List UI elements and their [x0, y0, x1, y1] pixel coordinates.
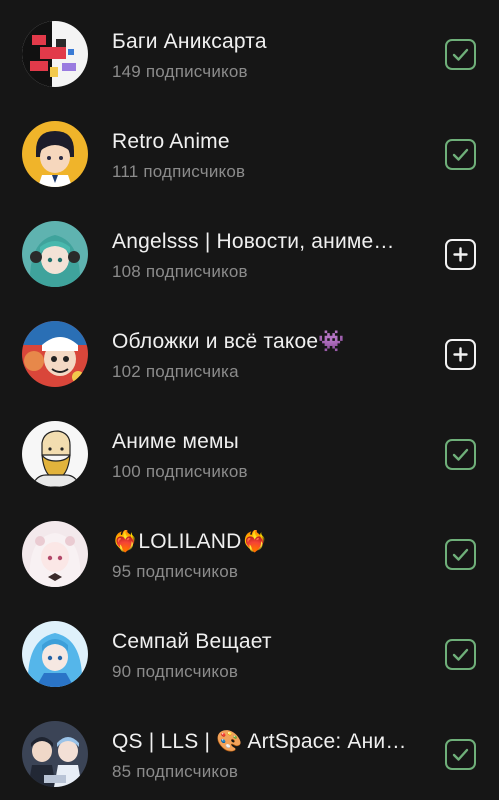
channel-title: Аниме мемы	[112, 430, 239, 453]
channel-avatar	[22, 121, 88, 187]
plus-icon	[453, 247, 468, 262]
channel-avatar	[22, 321, 88, 387]
channel-row[interactable]: Обложки и всё такое👾 102 подписчика	[0, 297, 499, 397]
channel-subscriber-count: 85 подписчиков	[112, 762, 239, 781]
channel-subscriber-count: 149 подписчиков	[112, 62, 248, 81]
plus-icon	[453, 347, 468, 362]
channel-subscriber-count: 90 подписчиков	[112, 662, 239, 681]
channel-row[interactable]: QS | LLS | 🎨 ArtSpace: Ани… 85 подписчик…	[0, 697, 499, 797]
channel-title: Retro Anime	[112, 130, 230, 153]
channel-subscriber-count: 108 подписчиков	[112, 262, 248, 281]
channel-list: Баги Аниксарта 149 подписчиков Retro Ani…	[0, 0, 499, 800]
channel-title: Семпай Вещает	[112, 630, 272, 653]
channel-avatar	[22, 21, 88, 87]
channel-row[interactable]: Retro Anime 111 подписчиков	[0, 97, 499, 197]
subscribe-button[interactable]	[445, 339, 476, 370]
channel-avatar	[22, 721, 88, 787]
channel-title: Баги Аниксарта	[112, 30, 267, 53]
subscribed-button[interactable]	[445, 739, 476, 770]
subscribed-button[interactable]	[445, 39, 476, 70]
checkmark-icon	[452, 648, 469, 661]
channel-title: Обложки и всё такое👾	[112, 330, 345, 353]
channel-title: ❤️‍🔥LOLILAND❤️‍🔥	[112, 530, 268, 553]
channel-row[interactable]: Семпай Вещает 90 подписчиков	[0, 597, 499, 697]
channel-row[interactable]: Angelsss | Новости, аниме… 108 подписчик…	[0, 197, 499, 297]
checkmark-icon	[452, 748, 469, 761]
channel-title: QS | LLS | 🎨 ArtSpace: Ани…	[112, 730, 407, 753]
channel-avatar	[22, 421, 88, 487]
subscribed-button[interactable]	[445, 139, 476, 170]
subscribed-button[interactable]	[445, 539, 476, 570]
checkmark-icon	[452, 148, 469, 161]
checkmark-icon	[452, 48, 469, 61]
channel-subscriber-count: 100 подписчиков	[112, 462, 248, 481]
subscribe-button[interactable]	[445, 239, 476, 270]
checkmark-icon	[452, 548, 469, 561]
channel-title: Angelsss | Новости, аниме…	[112, 230, 395, 253]
checkmark-icon	[452, 448, 469, 461]
channel-avatar	[22, 621, 88, 687]
subscribed-button[interactable]	[445, 639, 476, 670]
channel-avatar	[22, 521, 88, 587]
channel-row[interactable]: Баги Аниксарта 149 подписчиков	[0, 0, 499, 97]
channel-row[interactable]: ❤️‍🔥LOLILAND❤️‍🔥 95 подписчиков	[0, 497, 499, 597]
subscribed-button[interactable]	[445, 439, 476, 470]
channel-row[interactable]: Аниме мемы 100 подписчиков	[0, 397, 499, 497]
channel-subscriber-count: 102 подписчика	[112, 362, 239, 381]
channel-avatar	[22, 221, 88, 287]
channel-subscriber-count: 95 подписчиков	[112, 562, 239, 581]
channel-subscriber-count: 111 подписчиков	[112, 162, 246, 181]
